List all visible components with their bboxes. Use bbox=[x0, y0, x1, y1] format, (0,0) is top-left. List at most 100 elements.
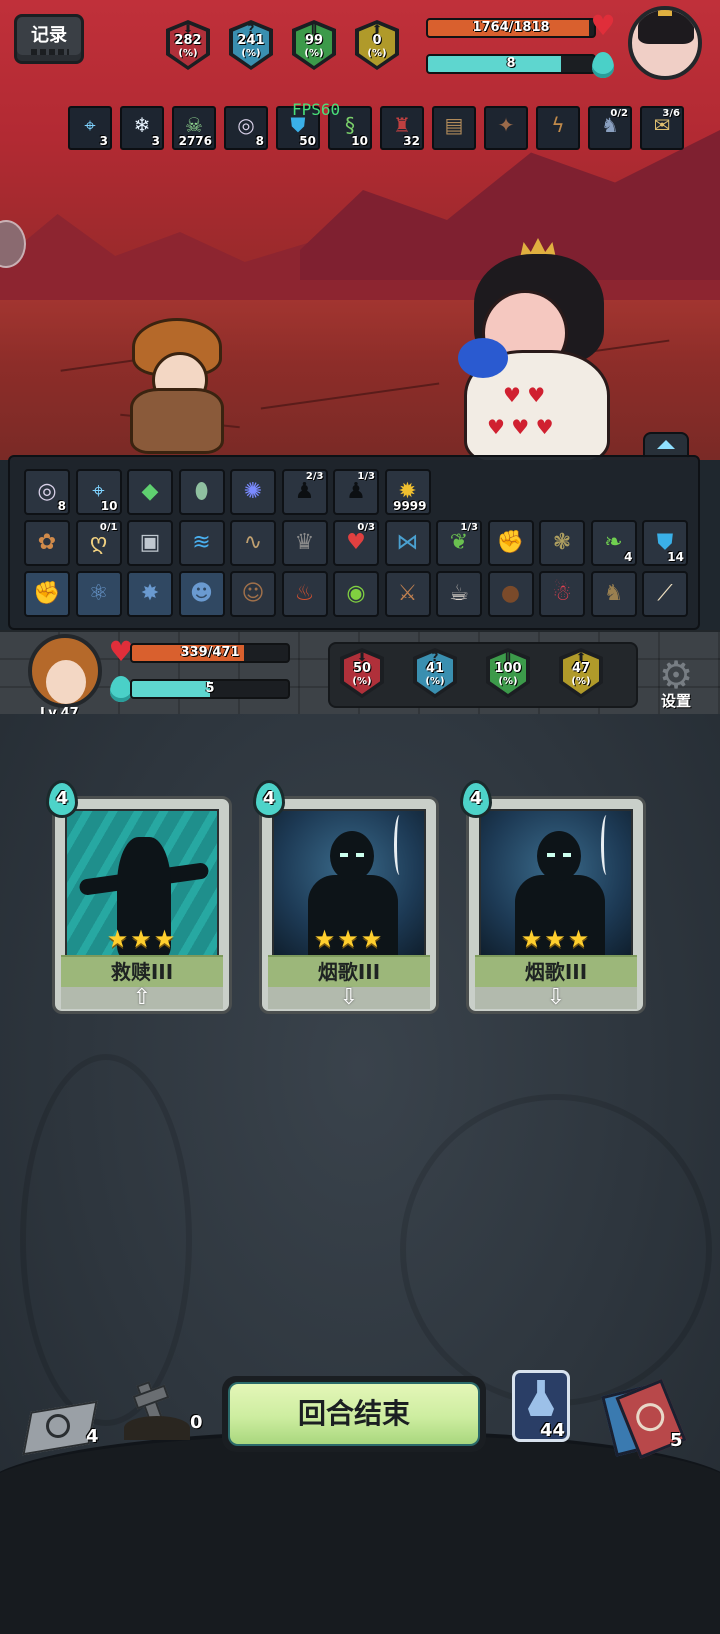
locked-bomb-icon[interactable]: ✸ bbox=[127, 571, 173, 617]
slot-count: 8 bbox=[57, 499, 66, 513]
knight-icon[interactable]: ♞ 0/2 bbox=[588, 106, 632, 150]
locked-atom-icon[interactable]: ⚛ bbox=[75, 571, 122, 617]
slot-glyph: ⚛ bbox=[88, 581, 109, 606]
slot-stack: 1/3 bbox=[460, 522, 478, 533]
skull-icon[interactable]: ☠ 2776 bbox=[172, 106, 216, 150]
scroll-icon[interactable]: ✉ 3/6 bbox=[640, 106, 684, 150]
glowing-eyes bbox=[340, 853, 364, 857]
card-cost: 4 bbox=[44, 776, 80, 818]
player-character[interactable] bbox=[126, 318, 224, 454]
book-icon[interactable]: ▤ bbox=[432, 106, 476, 150]
frame-icon[interactable]: ▣ bbox=[127, 520, 173, 566]
pacifier-icon[interactable]: ღ 0/1 bbox=[75, 520, 122, 566]
toad-icon[interactable]: ❃ bbox=[539, 520, 585, 566]
skull-glyph: ☠ bbox=[185, 113, 203, 137]
card-name: 烟歌III bbox=[475, 955, 637, 989]
skill-card[interactable]: ★★★ 烟歌III ⇩ 4 bbox=[253, 776, 439, 1016]
gold-coin-icon[interactable]: ✹ 9999 bbox=[384, 469, 431, 515]
graveyard-pile[interactable]: 0 bbox=[124, 1376, 210, 1456]
skill-card[interactable]: ★★★ 救赎III ⇧ 4 bbox=[46, 776, 232, 1016]
bag-icon[interactable]: ♞ bbox=[590, 571, 637, 617]
grave-mound bbox=[124, 1416, 190, 1440]
stat-shield[interactable]: ⬆ 0 (%) bbox=[351, 18, 403, 74]
cookie-icon[interactable]: ✿ bbox=[24, 520, 70, 566]
slot-glyph: ☺ bbox=[241, 581, 265, 606]
ring-icon[interactable]: ◎ 8 bbox=[24, 469, 70, 515]
snowflake-icon[interactable]: ❄ 3 bbox=[120, 106, 164, 150]
stat-shield[interactable]: ⫼ 99 (%) bbox=[288, 18, 340, 74]
crown-icon[interactable]: ♛ bbox=[281, 520, 328, 566]
hood-icon[interactable]: ♜ 32 bbox=[380, 106, 424, 150]
stat-shield[interactable]: ? 41 (%) bbox=[409, 646, 461, 702]
potion-slot[interactable]: 44 bbox=[512, 1370, 572, 1446]
stat-shield[interactable]: ⫼ 100 (%) bbox=[482, 646, 534, 702]
slot-glyph: ✺ bbox=[243, 479, 263, 504]
rope-icon[interactable]: ∿ bbox=[230, 520, 276, 566]
egg-icon[interactable]: ⬮ bbox=[178, 469, 225, 515]
enemy-energy-bar: 8 bbox=[426, 54, 596, 74]
discard-pile-count: 5 bbox=[670, 1430, 683, 1451]
wave-icon[interactable]: ≋ bbox=[178, 520, 225, 566]
sack-icon[interactable]: ● bbox=[487, 571, 534, 617]
stat-value: 282 bbox=[174, 33, 202, 48]
fish-icon[interactable]: ⋈ bbox=[384, 520, 431, 566]
record-button[interactable]: 记录 bbox=[14, 14, 84, 64]
potion-count: 44 bbox=[540, 1420, 566, 1441]
player-energy-text: 5 bbox=[205, 681, 215, 696]
record-dots bbox=[31, 49, 69, 55]
shadow-figure-icon[interactable]: ♟ 1/3 bbox=[333, 469, 379, 515]
plant-icon[interactable]: ❦ 1/3 bbox=[436, 520, 482, 566]
settings-button[interactable]: ⚙ 设置 bbox=[648, 656, 704, 712]
bird-icon[interactable]: ✦ bbox=[484, 106, 528, 150]
dragon-icon[interactable]: ϟ bbox=[536, 106, 580, 150]
background-swirl bbox=[20, 1054, 192, 1426]
gear-icon: ⚙ bbox=[658, 653, 694, 697]
stat-shield[interactable]: ⬇ 282 (%) bbox=[162, 18, 214, 74]
slot-glyph: ♟ bbox=[294, 479, 315, 504]
card-cost-value: 4 bbox=[469, 788, 483, 809]
locked-fist-icon[interactable]: ✊ bbox=[24, 571, 70, 617]
end-turn-button[interactable]: 回合结束 bbox=[222, 1376, 486, 1452]
green-sprout-icon[interactable]: ❧ 4 bbox=[590, 520, 637, 566]
green-crystal-icon[interactable]: ◆ bbox=[127, 469, 173, 515]
snowflake-glyph: ❄ bbox=[133, 113, 151, 137]
player-portrait[interactable] bbox=[28, 634, 102, 708]
teacup-icon[interactable]: ☕ bbox=[436, 571, 482, 617]
bottle-icon[interactable]: ♨ bbox=[281, 571, 328, 617]
card-cost: 4 bbox=[251, 776, 287, 818]
shield-icon[interactable]: ⛊ 14 bbox=[642, 520, 688, 566]
slot-glyph: ▣ bbox=[139, 530, 161, 555]
stat-value: 50 bbox=[352, 661, 372, 676]
stat-shield[interactable]: ? 241 (%) bbox=[225, 18, 277, 74]
discard-pile[interactable]: 5 bbox=[601, 1379, 700, 1459]
glove-icon[interactable]: ✊ bbox=[487, 520, 534, 566]
stat-unit: (%) bbox=[367, 48, 387, 59]
ring-icon[interactable]: ◎ 8 bbox=[224, 106, 268, 150]
stat-shield[interactable]: ⬆ 47 (%) bbox=[555, 646, 607, 702]
strawberry-icon[interactable]: ♥ 0/3 bbox=[333, 520, 379, 566]
slot-glyph: ☃ bbox=[552, 581, 572, 606]
shadow-figure-icon[interactable]: ♟ 2/3 bbox=[281, 469, 328, 515]
fps-counter: FPS60 bbox=[292, 100, 341, 119]
locked-mask-icon[interactable]: ☻ bbox=[178, 571, 225, 617]
monkey-icon[interactable]: ☺ bbox=[230, 571, 276, 617]
stat-unit: (%) bbox=[304, 48, 324, 59]
crosshair-icon[interactable]: ⌖ 3 bbox=[68, 106, 112, 150]
red-doll-icon[interactable]: ☃ bbox=[539, 571, 585, 617]
slot-glyph: ✊ bbox=[496, 530, 525, 555]
green-disc-icon[interactable]: ◉ bbox=[333, 571, 379, 617]
flute-icon[interactable]: ⟋ bbox=[642, 571, 688, 617]
enemy-portrait[interactable] bbox=[628, 6, 702, 80]
stat-shield[interactable]: ⬇ 50 (%) bbox=[336, 646, 388, 702]
stat-unit: (%) bbox=[425, 676, 445, 687]
crosshair-glyph: ⌖ bbox=[84, 113, 96, 137]
crosshair-icon[interactable]: ⌖ 10 bbox=[75, 469, 122, 515]
draw-pile[interactable]: 4 bbox=[22, 1396, 104, 1456]
glowing-eyes bbox=[547, 853, 571, 857]
knife-icon[interactable]: ⚔ bbox=[384, 571, 431, 617]
blue-orb-icon[interactable]: ✺ bbox=[230, 469, 276, 515]
card-footer: ⇧ bbox=[61, 987, 223, 1009]
skill-card[interactable]: ★★★ 烟歌III ⇩ 4 bbox=[460, 776, 646, 1016]
slot-glyph: ♛ bbox=[294, 530, 315, 555]
enemy-character[interactable]: ♥ ♥ ♥ ♥ ♥ bbox=[458, 238, 618, 460]
